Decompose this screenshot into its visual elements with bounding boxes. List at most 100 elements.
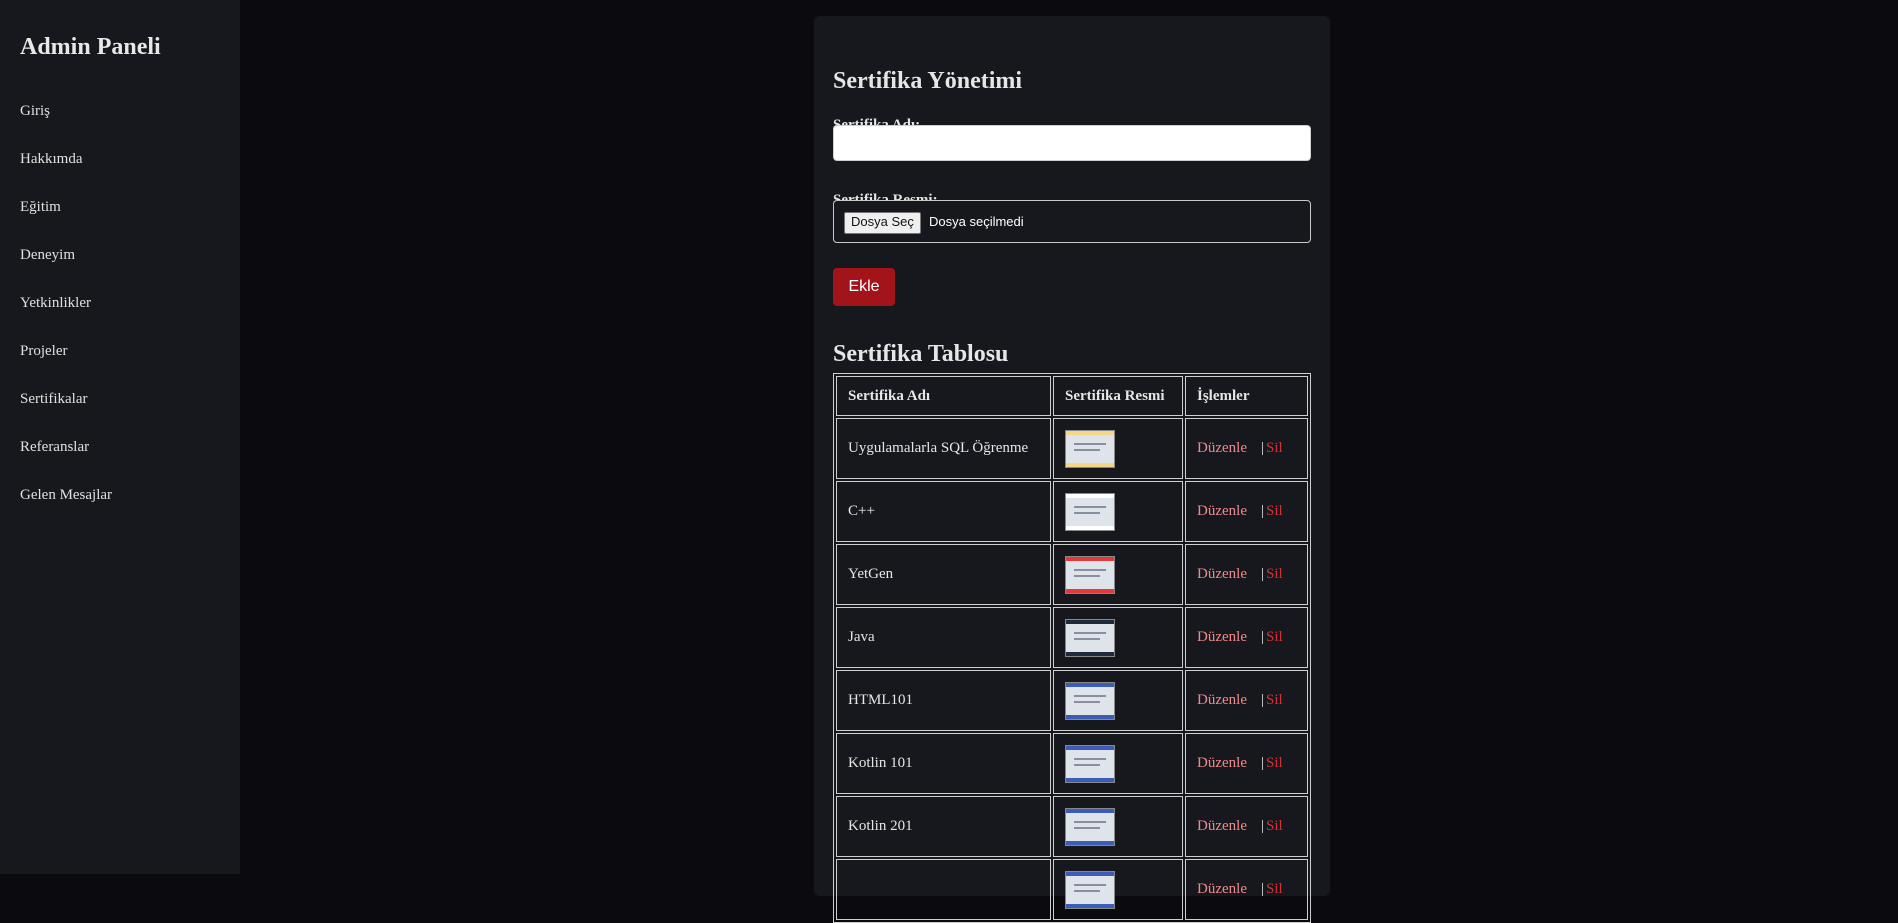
sidebar-item-gelen-mesajlar[interactable]: Gelen Mesajlar [20, 483, 112, 531]
edit-link[interactable]: Düzenle [1197, 629, 1247, 645]
action-separator: | [1260, 818, 1264, 834]
thumbnail-line [1074, 889, 1100, 892]
table-row: Uygulamalarla SQL Öğrenme Düzenle | Sil [836, 418, 1308, 479]
thumbnail-band [1066, 430, 1114, 435]
delete-link[interactable]: Sil [1266, 881, 1283, 897]
add-button[interactable]: Ekle [833, 268, 895, 306]
edit-link[interactable]: Düzenle [1197, 503, 1247, 519]
certificate-image-cell [1053, 544, 1183, 605]
table-row: C++ Düzenle | Sil [836, 481, 1308, 542]
sidebar-item-projeler[interactable]: Projeler [20, 339, 112, 387]
thumbnail-band [1066, 777, 1114, 782]
edit-link[interactable]: Düzenle [1197, 440, 1247, 456]
thumbnail-line [1074, 574, 1100, 577]
sidebar-item-hakkimda[interactable]: Hakkımda [20, 147, 112, 195]
certificate-name-cell [836, 859, 1051, 920]
certificate-name-cell: Java [836, 607, 1051, 668]
thumbnail-line [1074, 883, 1106, 886]
table-row: Java Düzenle | Sil [836, 607, 1308, 668]
certificate-name: Java [848, 629, 875, 645]
sidebar-item-giris[interactable]: Giriş [20, 99, 112, 147]
thumbnail-line [1074, 757, 1106, 760]
certificate-image-cell [1053, 733, 1183, 794]
actions-cell: Düzenle | Sil [1185, 544, 1308, 605]
header-certificate-name: Sertifika Adı [836, 376, 1051, 416]
file-status-text: Dosya seçilmedi [929, 214, 1024, 229]
form-title: Sertifika Yönetimi [833, 68, 1023, 94]
certificate-image-input[interactable]: Dosya Seç Dosya seçilmedi [833, 200, 1311, 243]
edit-link[interactable]: Düzenle [1197, 755, 1247, 771]
sidebar-nav: Giriş Hakkımda Eğitim Deneyim Yetkinlikl… [20, 99, 112, 531]
thumbnail-line [1074, 637, 1100, 640]
certificate-name-cell: HTML101 [836, 670, 1051, 731]
certificate-name: C++ [848, 503, 875, 519]
thumbnail-line [1074, 505, 1106, 508]
delete-link[interactable]: Sil [1266, 755, 1283, 771]
thumbnail-line [1074, 700, 1100, 703]
sidebar-item-sertifikalar[interactable]: Sertifikalar [20, 387, 112, 435]
delete-link[interactable]: Sil [1266, 503, 1283, 519]
action-separator: | [1260, 566, 1264, 582]
certificate-name-cell: Kotlin 101 [836, 733, 1051, 794]
certificate-table: Sertifika Adı Sertifika Resmi İşlemler U… [833, 373, 1311, 923]
edit-link[interactable]: Düzenle [1197, 881, 1247, 897]
edit-link[interactable]: Düzenle [1197, 566, 1247, 582]
action-separator: | [1260, 881, 1264, 897]
sidebar-item-egitim[interactable]: Eğitim [20, 195, 112, 243]
certificate-name: HTML101 [848, 692, 913, 708]
thumbnail-line [1074, 694, 1106, 697]
sidebar-item-referanslar[interactable]: Referanslar [20, 435, 112, 483]
certificate-name-input[interactable] [833, 125, 1311, 161]
certificate-thumbnail[interactable] [1065, 807, 1115, 846]
certificate-thumbnail[interactable] [1065, 429, 1115, 468]
thumbnail-line [1074, 826, 1100, 829]
delete-link[interactable]: Sil [1266, 629, 1283, 645]
certificate-thumbnail[interactable] [1065, 744, 1115, 783]
thumbnail-band [1066, 462, 1114, 467]
certificate-thumbnail[interactable] [1065, 492, 1115, 531]
sidebar-item-deneyim[interactable]: Deneyim [20, 243, 112, 291]
certificate-panel: Sertifika Yönetimi Sertifika Adı: Sertif… [814, 16, 1330, 923]
action-separator: | [1260, 440, 1264, 456]
certificate-image-cell [1053, 859, 1183, 920]
action-separator: | [1260, 755, 1264, 771]
edit-link[interactable]: Düzenle [1197, 692, 1247, 708]
header-certificate-image: Sertifika Resmi [1053, 376, 1183, 416]
actions-cell: Düzenle | Sil [1185, 859, 1308, 920]
certificate-thumbnail[interactable] [1065, 618, 1115, 657]
thumbnail-band [1066, 808, 1114, 813]
certificate-image-cell [1053, 607, 1183, 668]
thumbnail-band [1066, 714, 1114, 719]
thumbnail-line [1074, 631, 1106, 634]
sidebar-item-yetkinlikler[interactable]: Yetkinlikler [20, 291, 112, 339]
thumbnail-line [1074, 763, 1100, 766]
delete-link[interactable]: Sil [1266, 692, 1283, 708]
certificate-image-cell [1053, 481, 1183, 542]
choose-file-button[interactable]: Dosya Seç [844, 212, 921, 234]
thumbnail-band [1066, 556, 1114, 561]
thumbnail-line [1074, 442, 1106, 445]
thumbnail-band [1066, 525, 1114, 530]
thumbnail-line [1074, 511, 1100, 514]
certificate-name-cell: YetGen [836, 544, 1051, 605]
certificate-name-cell: Uygulamalarla SQL Öğrenme [836, 418, 1051, 479]
thumbnail-band [1066, 745, 1114, 750]
actions-cell: Düzenle | Sil [1185, 670, 1308, 731]
certificate-thumbnail[interactable] [1065, 555, 1115, 594]
certificate-thumbnail[interactable] [1065, 870, 1115, 909]
certificate-name-cell: C++ [836, 481, 1051, 542]
table-row: HTML101 Düzenle | Sil [836, 670, 1308, 731]
certificate-thumbnail[interactable] [1065, 681, 1115, 720]
header-actions: İşlemler [1185, 376, 1308, 416]
sidebar-title: Admin Paneli [20, 34, 161, 60]
table-header-row: Sertifika Adı Sertifika Resmi İşlemler [836, 376, 1308, 416]
delete-link[interactable]: Sil [1266, 818, 1283, 834]
certificate-name: Uygulamalarla SQL Öğrenme [848, 440, 1029, 456]
delete-link[interactable]: Sil [1266, 566, 1283, 582]
thumbnail-band [1066, 903, 1114, 908]
delete-link[interactable]: Sil [1266, 440, 1283, 456]
thumbnail-band [1066, 651, 1114, 656]
actions-cell: Düzenle | Sil [1185, 481, 1308, 542]
edit-link[interactable]: Düzenle [1197, 818, 1247, 834]
thumbnail-band [1066, 682, 1114, 687]
